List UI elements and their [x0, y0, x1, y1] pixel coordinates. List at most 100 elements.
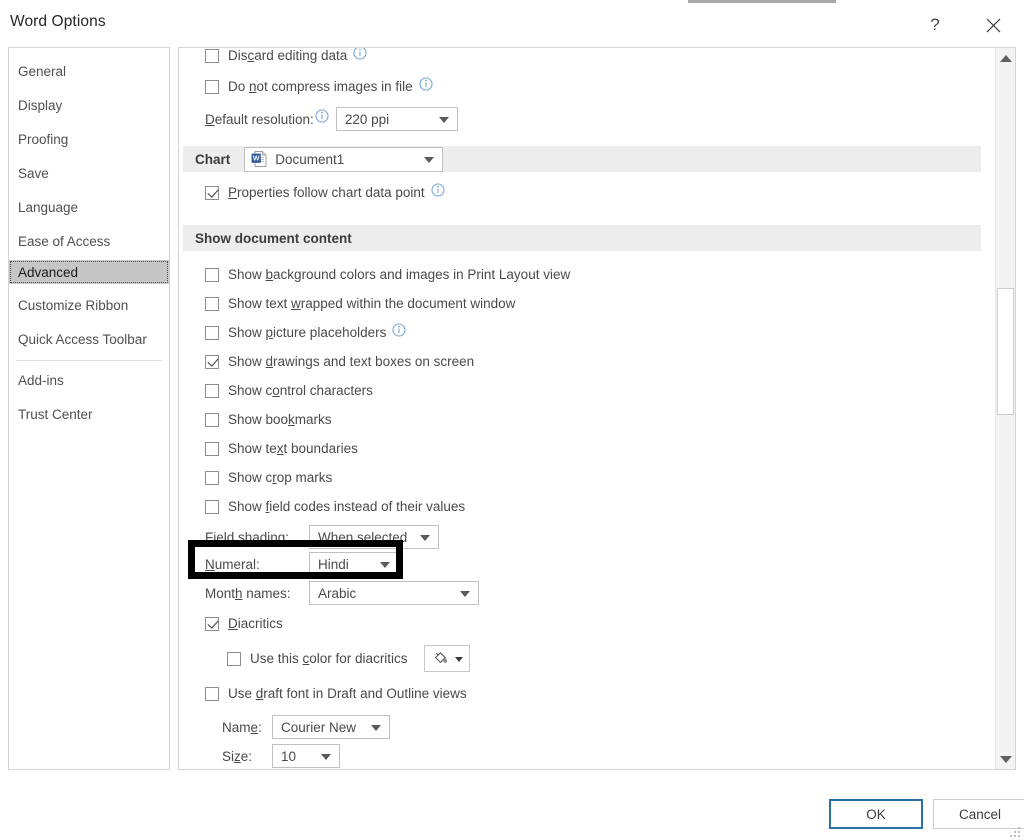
option-discard-editing-data[interactable]: Discard editing data	[205, 48, 367, 63]
sidebar-item-general[interactable]: General	[9, 59, 169, 83]
option-do-not-compress-images[interactable]: Do not compress images in file	[205, 76, 433, 94]
dialog-footer: OK Cancel	[0, 779, 1024, 840]
option-month-names: Month names: Arabic	[205, 581, 479, 605]
field-shading-label: Field shading:	[205, 529, 290, 545]
field-shading-dropdown[interactable]: When selected	[309, 525, 439, 549]
chevron-down-icon	[321, 754, 331, 760]
info-icon[interactable]	[431, 182, 445, 197]
sidebar-item-label: Quick Access Toolbar	[18, 331, 147, 347]
ok-button[interactable]: OK	[829, 799, 923, 829]
sidebar-item-label: Ease of Access	[18, 233, 111, 249]
draft-font-name-dropdown[interactable]: Courier New	[272, 715, 390, 739]
scroll-down-icon[interactable]	[996, 749, 1015, 769]
info-icon[interactable]	[392, 322, 406, 337]
dropdown-value: Hindi	[318, 556, 349, 572]
option-default-resolution: Default resolution: 220 ppi	[205, 107, 458, 131]
numeral-dropdown[interactable]: Hindi	[309, 552, 399, 576]
draft-font-size-dropdown[interactable]: 10	[272, 744, 340, 768]
option-draft-font-name: Name: Courier New	[222, 715, 390, 739]
sidebar-item-language[interactable]: Language	[9, 195, 169, 219]
close-icon[interactable]	[971, 5, 1015, 45]
diacritics-color-button[interactable]	[423, 645, 470, 672]
group-header-label: Chart	[195, 151, 231, 167]
sidebar-item-save[interactable]: Save	[9, 161, 169, 185]
chevron-down-icon	[424, 157, 435, 163]
help-icon[interactable]: ?	[913, 5, 957, 45]
checkbox-show-text-boundaries[interactable]	[205, 441, 219, 456]
sidebar-item-label: Display	[18, 97, 63, 113]
dropdown-value: When selected	[318, 529, 408, 545]
info-icon[interactable]	[419, 76, 433, 91]
draft-font-name-label: Name:	[222, 719, 262, 735]
sidebar-item-display[interactable]: Display	[9, 93, 169, 117]
default-resolution-label: Default resolution:	[205, 111, 314, 127]
checkbox-show-drawings[interactable]	[205, 354, 219, 369]
info-icon[interactable]	[353, 48, 367, 60]
option-label: Properties follow chart data point	[228, 185, 425, 200]
default-resolution-dropdown[interactable]: 220 ppi	[335, 107, 458, 131]
option-label: Show crop marks	[228, 470, 333, 485]
option-field-shading: Field shading: When selected	[205, 525, 439, 549]
option-diacritics[interactable]: Diacritics	[205, 616, 283, 631]
sidebar-item-proofing[interactable]: Proofing	[9, 127, 169, 151]
checkbox-properties-follow-chart-data-point[interactable]	[205, 185, 219, 200]
option-show-bookmarks[interactable]: Show bookmarks	[205, 412, 332, 427]
option-show-background-colors[interactable]: Show background colors and images in Pri…	[205, 267, 570, 282]
option-show-control-characters[interactable]: Show control characters	[205, 383, 373, 398]
group-header-chart: Chart W Document1	[183, 146, 981, 172]
resize-grip[interactable]	[1008, 825, 1020, 837]
sidebar-item-add-ins[interactable]: Add-ins	[9, 368, 169, 392]
checkbox-use-draft-font[interactable]	[205, 686, 219, 701]
draft-font-size-label: Size:	[222, 748, 253, 764]
checkbox-use-color-for-diacritics[interactable]	[227, 651, 241, 666]
option-properties-follow-chart-data-point[interactable]: Properties follow chart data point	[205, 182, 445, 200]
option-show-crop-marks[interactable]: Show crop marks	[205, 470, 332, 485]
checkbox-show-crop-marks[interactable]	[205, 470, 219, 485]
checkbox-show-text-wrapped[interactable]	[205, 296, 219, 311]
sidebar-item-label: Language	[18, 199, 79, 215]
options-content-pane: Discard editing data Do not compress ima…	[178, 47, 1016, 770]
chevron-down-icon	[454, 656, 463, 662]
option-show-field-codes[interactable]: Show field codes instead of their values	[205, 499, 465, 514]
checkbox-diacritics[interactable]	[205, 616, 219, 631]
option-label: Do not compress images in file	[228, 79, 413, 94]
dropdown-value: 10	[281, 748, 297, 764]
month-names-dropdown[interactable]: Arabic	[309, 581, 479, 605]
checkbox-show-control-characters[interactable]	[205, 383, 219, 398]
sidebar-item-label: Customize Ribbon	[18, 297, 129, 313]
checkbox-do-not-compress-images[interactable]	[205, 79, 219, 94]
option-label: Show background colors and images in Pri…	[228, 267, 571, 282]
vertical-scrollbar[interactable]	[995, 48, 1015, 769]
numeral-label: Numeral:	[205, 556, 260, 572]
sidebar: General Display Proofing Save Language E…	[8, 47, 170, 770]
sidebar-item-label: Add-ins	[18, 372, 64, 388]
info-icon[interactable]	[315, 109, 329, 123]
sidebar-item-trust-center[interactable]: Trust Center	[9, 402, 169, 426]
sidebar-item-advanced[interactable]: Advanced	[9, 260, 169, 284]
option-show-text-wrapped[interactable]: Show text wrapped within the document wi…	[205, 296, 515, 311]
sidebar-item-customize-ribbon[interactable]: Customize Ribbon	[9, 293, 169, 317]
scroll-up-icon[interactable]	[996, 48, 1015, 68]
checkbox-show-bookmarks[interactable]	[205, 412, 219, 427]
option-use-color-for-diacritics[interactable]: Use this color for diacritics	[227, 645, 470, 672]
checkbox-show-field-codes[interactable]	[205, 499, 219, 514]
scrollbar-thumb[interactable]	[997, 288, 1014, 415]
option-label: Use this color for diacritics	[250, 651, 408, 666]
option-label: Show field codes instead of their values	[228, 499, 466, 514]
option-numeral: Numeral: Hindi	[205, 552, 399, 576]
option-show-picture-placeholders[interactable]: Show picture placeholders	[205, 322, 406, 340]
sidebar-item-quick-access-toolbar[interactable]: Quick Access Toolbar	[9, 327, 169, 351]
page-title: Word Options	[10, 13, 106, 30]
sidebar-item-ease-of-access[interactable]: Ease of Access	[9, 229, 169, 253]
option-label: Show text boundaries	[228, 441, 358, 456]
group-header-label: Show document content	[195, 230, 352, 246]
sidebar-item-label: Advanced	[18, 264, 79, 280]
checkbox-show-background-colors[interactable]	[205, 267, 219, 282]
sidebar-divider	[16, 360, 162, 361]
option-show-drawings[interactable]: Show drawings and text boxes on screen	[205, 354, 474, 369]
checkbox-discard-editing-data[interactable]	[205, 48, 219, 63]
option-show-text-boundaries[interactable]: Show text boundaries	[205, 441, 358, 456]
checkbox-show-picture-placeholders[interactable]	[205, 325, 219, 340]
chart-document-dropdown[interactable]: W Document1	[244, 146, 444, 172]
option-use-draft-font[interactable]: Use draft font in Draft and Outline view…	[205, 686, 467, 701]
